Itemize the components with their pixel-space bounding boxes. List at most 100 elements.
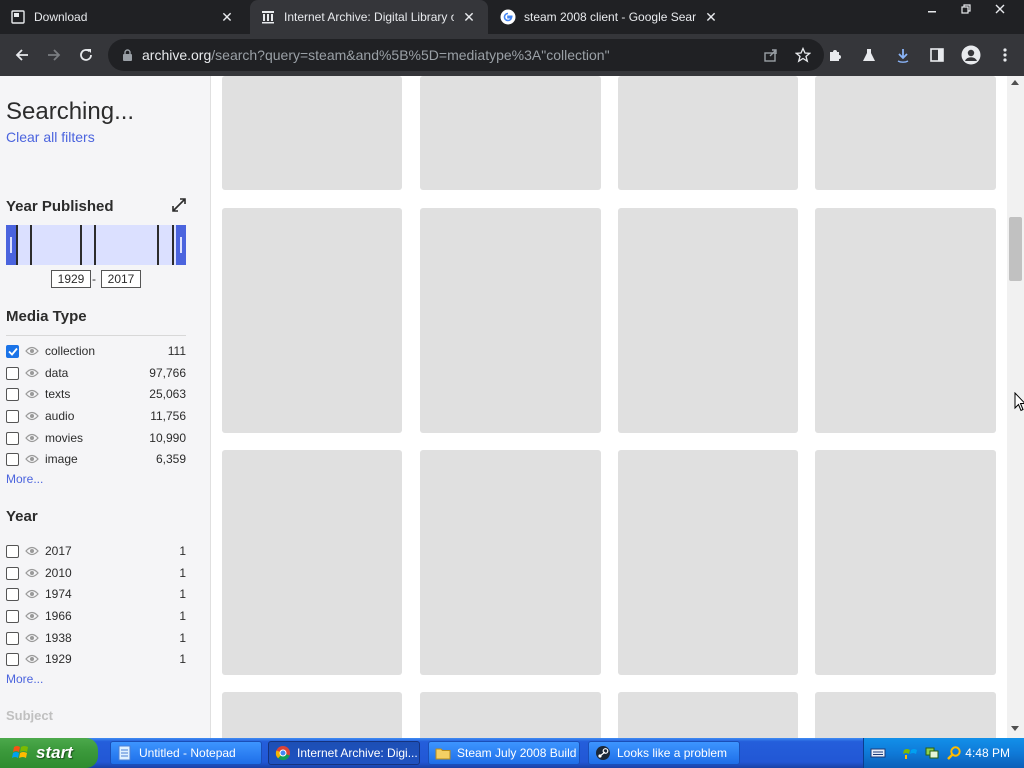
menu-kebab-icon[interactable] xyxy=(992,42,1018,68)
taskbar-button-label: Steam July 2008 Build xyxy=(457,746,577,760)
checkbox[interactable] xyxy=(6,587,19,601)
result-tile-placeholder[interactable] xyxy=(420,208,601,433)
result-tile-placeholder[interactable] xyxy=(222,208,402,433)
restore-icon[interactable] xyxy=(956,1,976,17)
clear-all-filters-link[interactable]: Clear all filters xyxy=(6,129,95,145)
result-tile-placeholder[interactable] xyxy=(420,450,601,675)
facet-row-year-2010[interactable]: 2010 1 xyxy=(6,563,186,583)
bookmark-star-icon[interactable] xyxy=(792,44,814,66)
result-tile-placeholder[interactable] xyxy=(222,450,402,675)
checkbox[interactable] xyxy=(6,544,19,558)
tab-internet-archive[interactable]: Internet Archive: Digital Library of Fr … xyxy=(250,0,488,34)
checkbox[interactable] xyxy=(6,566,19,580)
facet-row-year-1938[interactable]: 1938 1 xyxy=(6,628,186,648)
checkbox[interactable] xyxy=(6,431,19,445)
close-tab-icon[interactable]: ✕ xyxy=(218,8,236,26)
close-tab-icon[interactable]: ✕ xyxy=(702,8,720,26)
result-tile-placeholder[interactable] xyxy=(815,76,996,190)
result-tile-placeholder[interactable] xyxy=(618,692,798,738)
media-type-more-link[interactable]: More... xyxy=(6,472,43,486)
eye-icon[interactable] xyxy=(25,453,41,465)
taskbar-button-steam[interactable]: Looks like a problem xyxy=(588,741,740,765)
result-tile-placeholder[interactable] xyxy=(618,208,798,433)
result-tile-placeholder[interactable] xyxy=(222,76,402,190)
close-window-icon[interactable] xyxy=(990,1,1010,17)
forward-icon[interactable] xyxy=(38,39,70,71)
year-more-link[interactable]: More... xyxy=(6,672,43,686)
labs-flask-icon[interactable] xyxy=(856,42,882,68)
search-icon[interactable] xyxy=(946,745,962,761)
checkbox[interactable] xyxy=(6,631,19,645)
result-tile-placeholder[interactable] xyxy=(815,208,996,433)
taskbar-button-folder[interactable]: Steam July 2008 Build xyxy=(428,741,580,765)
toolbar-right-icons xyxy=(822,39,1018,71)
side-panel-icon[interactable] xyxy=(924,42,950,68)
result-tile-placeholder[interactable] xyxy=(420,692,601,738)
facet-row-texts[interactable]: texts 25,063 xyxy=(6,384,186,404)
start-button[interactable]: start xyxy=(0,738,98,768)
eye-icon[interactable] xyxy=(25,567,41,579)
facet-row-year-1929[interactable]: 1929 1 xyxy=(6,649,186,669)
expand-icon[interactable] xyxy=(171,197,187,213)
result-tile-placeholder[interactable] xyxy=(815,450,996,675)
facet-row-year-1974[interactable]: 1974 1 xyxy=(6,584,186,604)
scroll-up-arrow-icon[interactable] xyxy=(1011,80,1019,85)
range-min-handle[interactable] xyxy=(6,225,16,265)
back-icon[interactable] xyxy=(6,39,38,71)
result-tile-placeholder[interactable] xyxy=(420,76,601,190)
mouse-cursor-icon xyxy=(1014,392,1024,412)
result-tile-placeholder[interactable] xyxy=(222,692,402,738)
minimize-icon[interactable] xyxy=(922,1,942,17)
result-tile-placeholder[interactable] xyxy=(815,692,996,738)
eye-icon[interactable] xyxy=(25,432,41,444)
network-icon[interactable] xyxy=(924,745,940,761)
facet-row-year-1966[interactable]: 1966 1 xyxy=(6,606,186,626)
checkbox[interactable] xyxy=(6,387,19,401)
eye-icon[interactable] xyxy=(25,345,41,357)
download-indicator-icon[interactable] xyxy=(890,42,916,68)
checkbox[interactable] xyxy=(6,366,19,380)
taskbar-button-chrome[interactable]: Internet Archive: Digi... xyxy=(268,741,420,765)
checkbox-checked[interactable] xyxy=(6,344,19,358)
checkbox[interactable] xyxy=(6,609,19,623)
close-tab-icon[interactable]: ✕ xyxy=(460,8,478,26)
year-histogram[interactable] xyxy=(6,225,186,265)
scroll-down-arrow-icon[interactable] xyxy=(1011,726,1019,731)
eye-icon[interactable] xyxy=(25,388,41,400)
checkbox[interactable] xyxy=(6,652,19,666)
facet-row-movies[interactable]: movies 10,990 xyxy=(6,428,186,448)
result-tile-placeholder[interactable] xyxy=(618,450,798,675)
eye-icon[interactable] xyxy=(25,545,41,557)
range-max-handle[interactable] xyxy=(176,225,186,265)
extensions-puzzle-icon[interactable] xyxy=(822,42,848,68)
reload-icon[interactable] xyxy=(70,39,102,71)
tab-google-search[interactable]: steam 2008 client - Google Search ✕ xyxy=(490,0,730,34)
eye-icon[interactable] xyxy=(25,367,41,379)
eye-icon[interactable] xyxy=(25,588,41,600)
keyboard-language-icon[interactable] xyxy=(870,745,886,761)
taskbar-button-notepad[interactable]: Untitled - Notepad xyxy=(110,741,262,765)
facet-row-data[interactable]: data 97,766 xyxy=(6,363,186,383)
scroll-thumb[interactable] xyxy=(1009,217,1022,281)
eye-icon[interactable] xyxy=(25,610,41,622)
eye-icon[interactable] xyxy=(25,632,41,644)
share-icon[interactable] xyxy=(760,44,782,66)
result-tile-placeholder[interactable] xyxy=(618,76,798,190)
address-bar[interactable]: archive.org/search?query=steam&and%5B%5D… xyxy=(108,39,824,71)
facet-row-audio[interactable]: audio 11,756 xyxy=(6,406,186,426)
year-min-input[interactable]: 1929 xyxy=(51,270,91,288)
facet-row-year-2017[interactable]: 2017 1 xyxy=(6,541,186,561)
tab-download[interactable]: Download ✕ xyxy=(0,0,246,34)
facet-row-collection[interactable]: collection 111 xyxy=(6,341,186,361)
facet-row-image[interactable]: image 6,359 xyxy=(6,449,186,469)
url-host: archive.org xyxy=(142,47,212,63)
windows-update-icon[interactable] xyxy=(902,745,918,761)
url-path: /search?query=steam&and%5B%5D=mediatype%… xyxy=(211,47,610,63)
eye-icon[interactable] xyxy=(25,653,41,665)
year-max-input[interactable]: 2017 xyxy=(101,270,141,288)
lock-icon[interactable] xyxy=(120,48,134,62)
eye-icon[interactable] xyxy=(25,410,41,422)
checkbox[interactable] xyxy=(6,452,19,466)
checkbox[interactable] xyxy=(6,409,19,423)
profile-avatar-icon[interactable] xyxy=(958,42,984,68)
